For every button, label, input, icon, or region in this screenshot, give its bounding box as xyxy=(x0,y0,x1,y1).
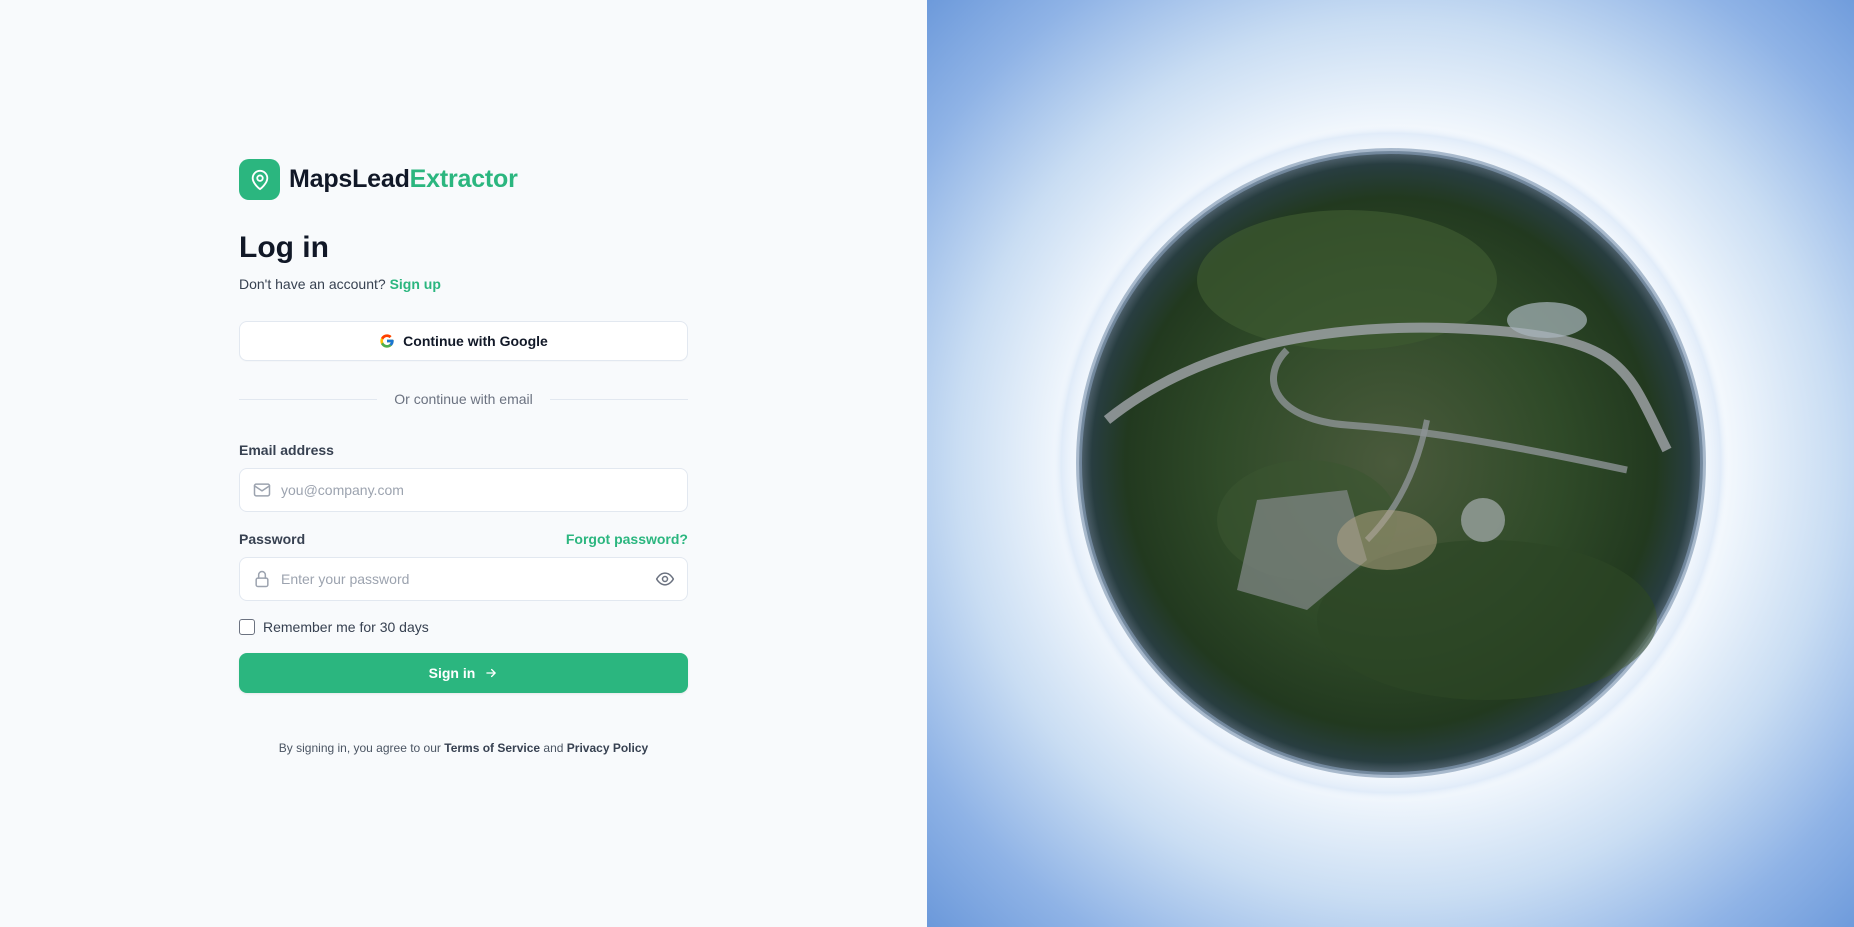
email-field[interactable] xyxy=(239,468,688,512)
password-label-row: Password Forgot password? xyxy=(239,531,688,547)
google-button-label: Continue with Google xyxy=(403,333,548,349)
signup-prompt: Don't have an account? Sign up xyxy=(239,276,688,292)
email-input[interactable] xyxy=(281,482,675,498)
brand[interactable]: MapsLeadExtractor xyxy=(239,159,688,200)
brand-name-accent: Extractor xyxy=(409,165,518,193)
legal-prefix: By signing in, you agree to our xyxy=(278,741,441,755)
login-form: MapsLeadExtractor Log in Don't have an a… xyxy=(239,159,689,755)
mail-icon xyxy=(252,480,272,500)
forgot-password-link[interactable]: Forgot password? xyxy=(566,531,688,547)
arrow-right-icon xyxy=(484,666,498,680)
remember-checkbox[interactable] xyxy=(239,619,255,635)
hero-image xyxy=(927,0,1854,927)
map-pin-icon xyxy=(239,159,280,200)
password-field[interactable] xyxy=(239,557,688,601)
divider-text: Or continue with email xyxy=(394,391,533,407)
signin-button[interactable]: Sign in xyxy=(239,653,688,693)
google-icon xyxy=(379,333,395,349)
password-label: Password xyxy=(239,531,306,547)
little-planet-illustration xyxy=(1051,123,1731,803)
no-account-text: Don't have an account? xyxy=(239,276,386,292)
google-signin-button[interactable]: Continue with Google xyxy=(239,321,688,361)
divider: Or continue with email xyxy=(239,391,689,407)
lock-icon xyxy=(252,569,272,589)
privacy-link[interactable]: Privacy Policy xyxy=(567,741,648,755)
eye-icon[interactable] xyxy=(655,569,675,589)
brand-name-main: MapsLead xyxy=(289,165,410,193)
login-panel: MapsLeadExtractor Log in Don't have an a… xyxy=(0,0,927,927)
legal-text: By signing in, you agree to our Terms of… xyxy=(239,741,688,755)
remember-me[interactable]: Remember me for 30 days xyxy=(239,619,688,635)
signup-link[interactable]: Sign up xyxy=(390,276,441,292)
page-title: Log in xyxy=(239,231,329,264)
remember-label: Remember me for 30 days xyxy=(263,619,429,635)
legal-and: and xyxy=(543,741,564,755)
signin-button-label: Sign in xyxy=(428,665,476,681)
email-label: Email address xyxy=(239,442,334,458)
brand-name: MapsLeadExtractor xyxy=(289,165,518,194)
divider-line-left xyxy=(239,398,378,400)
terms-link[interactable]: Terms of Service xyxy=(444,741,540,755)
password-input[interactable] xyxy=(281,571,655,587)
divider-line-right xyxy=(549,398,689,400)
